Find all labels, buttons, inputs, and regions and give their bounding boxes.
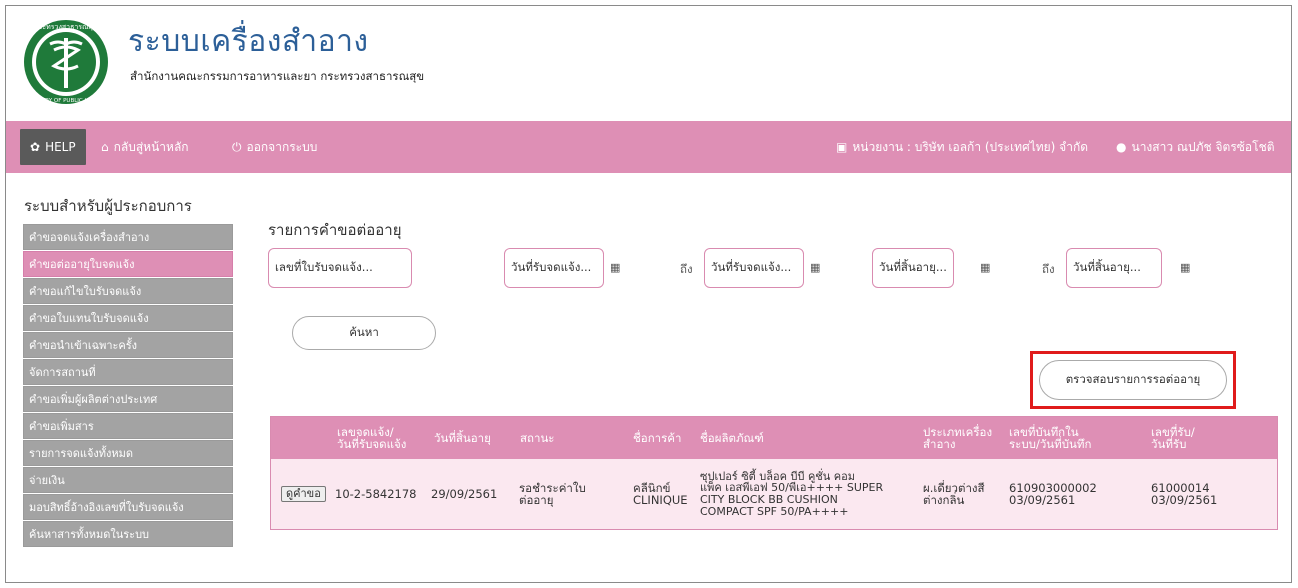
calendar-icon[interactable]: ▦: [810, 261, 820, 274]
sidebar-item-replacement[interactable]: คำขอใบแทนใบรับจดแจ้ง: [23, 305, 233, 331]
agency-info: ▣ หน่วยงาน : บริษัท เอลก้า (ประเทศไทย) จ…: [836, 121, 1088, 173]
user-icon: ●: [1116, 140, 1127, 154]
sidebar-item-all-registrations[interactable]: รายการจดแจ้งทั้งหมด: [23, 440, 233, 466]
cell-system-no: 610903000002 03/09/2561: [1009, 480, 1097, 507]
recv-date-from-input[interactable]: วันที่รับจดแจ้ง...: [504, 248, 604, 288]
sidebar-item-search-substances[interactable]: ค้นหาสารทั้งหมดในระบบ: [23, 521, 233, 547]
col-system-no: เลขที่บันทึกใน ระบบ/วันที่บันทึก: [1009, 424, 1092, 451]
gear-icon: ✿: [30, 140, 41, 154]
exp-date-from-input[interactable]: วันที่สิ้นอายุ...: [872, 248, 954, 288]
top-navbar: ✿ HELP ⌂ กลับสู่หน้าหลัก ⏻ ออกจากระบบ ▣ …: [6, 121, 1291, 173]
col-type: ประเภทเครื่อง สำอาง: [923, 424, 993, 451]
svg-text:กระทรวงสาธารณสุข: กระทรวงสาธารณสุข: [34, 23, 97, 31]
sidebar: คำขอจดแจ้งเครื่องสำอาง คำขอต่ออายุใบจดแจ…: [23, 224, 233, 548]
to-label: ถึง: [1042, 262, 1055, 276]
cell-reg: 10-2-5842178: [335, 486, 417, 501]
to-label: ถึง: [680, 262, 693, 276]
header: กระทรวงสาธารณสุข MINISTRY OF PUBLIC HEAL…: [6, 6, 1291, 118]
page-title: รายการคำขอต่ออายุ: [268, 221, 402, 239]
exp-date-to-input[interactable]: วันที่สิ้นอายุ...: [1066, 248, 1162, 288]
table-row: ดูคำขอ 10-2-5842178 29/09/2561 รอชำระค่า…: [271, 459, 1277, 529]
cell-recv-no: 61000014 03/09/2561: [1151, 480, 1218, 507]
search-button[interactable]: ค้นหา: [292, 316, 436, 350]
logout-label: ออกจากระบบ: [246, 139, 318, 154]
calendar-icon[interactable]: ▦: [1180, 261, 1190, 274]
home-link[interactable]: ⌂ กลับสู่หน้าหลัก: [101, 121, 189, 173]
sidebar-item-amend[interactable]: คำขอแก้ไขใบรับจดแจ้ง: [23, 278, 233, 304]
sidebar-item-delegate-rights[interactable]: มอบสิทธิ์อ้างอิงเลขที่ใบรับจดแจ้ง: [23, 494, 233, 520]
highlight-box: ตรวจสอบรายการรอต่ออายุ: [1030, 351, 1236, 409]
calendar-icon[interactable]: ▦: [980, 261, 990, 274]
home-label: กลับสู่หน้าหลัก: [113, 139, 189, 154]
user-label: นางสาว ณปภัช จิตรซ้อโชติ: [1131, 139, 1275, 154]
sidebar-item-payment[interactable]: จ่ายเงิน: [23, 467, 233, 493]
recv-date-to-input[interactable]: วันที่รับจดแจ้ง...: [704, 248, 804, 288]
col-recv-no: เลขที่รับ/ วันที่รับ: [1151, 424, 1195, 451]
svg-text:MINISTRY OF PUBLIC HEALTH: MINISTRY OF PUBLIC HEALTH: [26, 98, 105, 104]
sidebar-item-foreign-manufacturer[interactable]: คำขอเพิ่มผู้ผลิตต่างประเทศ: [23, 386, 233, 412]
cell-brand: คลีนิกข์ CLINIQUE: [633, 480, 688, 507]
app-subtitle: สำนักงานคณะกรรมการอาหารและยา กระทรวงสาธา…: [130, 69, 425, 83]
home-icon: ⌂: [101, 140, 109, 154]
help-button[interactable]: ✿ HELP: [20, 129, 86, 165]
col-expire: วันที่สิ้นอายุ: [434, 430, 491, 445]
cell-status: รอชำระค่าใบ ต่ออายุ: [519, 480, 586, 507]
app-title: ระบบเครื่องสำอาง: [128, 24, 369, 59]
sidebar-item-renewal[interactable]: คำขอต่ออายุใบจดแจ้ง: [23, 251, 233, 277]
renewal-table: เลขจดแจ้ง/ วันที่รับจดแจ้ง วันที่สิ้นอาย…: [270, 416, 1278, 530]
table-header: เลขจดแจ้ง/ วันที่รับจดแจ้ง วันที่สิ้นอาย…: [271, 417, 1277, 459]
app-frame: กระทรวงสาธารณสุข MINISTRY OF PUBLIC HEAL…: [5, 5, 1292, 583]
reg-no-input[interactable]: เลขที่ใบรับจดแจ้ง...: [268, 248, 412, 288]
ministry-logo: กระทรวงสาธารณสุข MINISTRY OF PUBLIC HEAL…: [24, 20, 108, 104]
col-reg: เลขจดแจ้ง/ วันที่รับจดแจ้ง: [337, 424, 407, 451]
col-status: สถานะ: [520, 430, 555, 445]
logout-link[interactable]: ⏻ ออกจากระบบ: [232, 121, 317, 173]
power-icon: ⏻: [232, 139, 242, 154]
help-label: HELP: [45, 140, 76, 154]
calendar-icon[interactable]: ▦: [610, 261, 620, 274]
view-request-button[interactable]: ดูคำขอ: [281, 486, 326, 502]
cell-product: ซุปเปอร์ ซิตี้ บล็อค บีบี คูชั่น คอม แพ็…: [700, 469, 884, 518]
agency-label: หน่วยงาน : บริษัท เอลก้า (ประเทศไทย) จำก…: [852, 139, 1088, 154]
cell-expire: 29/09/2561: [431, 486, 498, 501]
cell-type: ผ.เดี่ยวต่างสี ต่างกลิ่น: [923, 480, 985, 507]
user-menu[interactable]: ● นางสาว ณปภัช จิตรซ้อโชติ: [1116, 121, 1275, 173]
sidebar-item-locations[interactable]: จัดการสถานที่: [23, 359, 233, 385]
briefcase-icon: ▣: [836, 140, 848, 154]
col-brand: ชื่อการค้า: [633, 430, 682, 445]
sidebar-item-registration[interactable]: คำขอจดแจ้งเครื่องสำอาง: [23, 224, 233, 250]
check-renewal-button[interactable]: ตรวจสอบรายการรอต่ออายุ: [1039, 360, 1227, 400]
sidebar-item-import[interactable]: คำขอนำเข้าเฉพาะครั้ง: [23, 332, 233, 358]
col-product: ชื่อผลิตภัณฑ์: [700, 430, 764, 445]
sidebar-title: ระบบสำหรับผู้ประกอบการ: [24, 197, 192, 215]
sidebar-item-add-substance[interactable]: คำขอเพิ่มสาร: [23, 413, 233, 439]
